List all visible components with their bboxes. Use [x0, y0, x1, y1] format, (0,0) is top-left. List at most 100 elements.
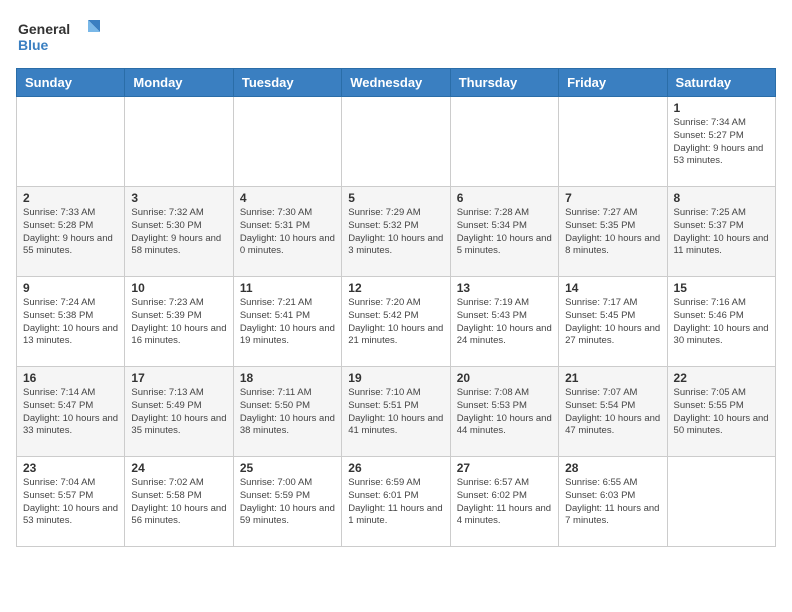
day-cell: 21Sunrise: 7:07 AM Sunset: 5:54 PM Dayli…: [559, 367, 667, 457]
svg-text:General: General: [18, 21, 70, 37]
day-cell: 16 Sunrise: 7:14 AM Sunset: 5:47 PM Dayli…: [17, 367, 125, 457]
calendar-table: SundayMondayTuesdayWednesdayThursdayFrid…: [16, 68, 776, 547]
day-info: Sunrise: 7:23 AM Sunset: 5:39 PM Dayligh…: [131, 297, 226, 348]
day-cell: 1 Sunrise: 7:34 AM Sunset: 5:27 PM Daylig…: [667, 97, 775, 187]
day-info: Sunrise: 7:28 AM Sunset: 5:34 PM Dayligh…: [457, 207, 552, 258]
day-number: 26: [348, 461, 443, 475]
day-cell: [17, 97, 125, 187]
day-cell: 17 Sunrise: 7:13 AM Sunset: 5:49 PM Dayli…: [125, 367, 233, 457]
day-number: 5: [348, 191, 443, 205]
day-info: Sunrise: 7:08 AM Sunset: 5:53 PM Dayligh…: [457, 387, 552, 438]
day-number: 27: [457, 461, 552, 475]
day-number: 11: [240, 281, 335, 295]
day-cell: 6 Sunrise: 7:28 AM Sunset: 5:34 PM Daylig…: [450, 187, 558, 277]
day-number: 25: [240, 461, 335, 475]
day-number: 8: [674, 191, 769, 205]
day-cell: 4 Sunrise: 7:30 AM Sunset: 5:31 PM Daylig…: [233, 187, 341, 277]
day-cell: 19 Sunrise: 7:10 AM Sunset: 5:51 PM Dayli…: [342, 367, 450, 457]
day-info: Sunrise: 7:00 AM Sunset: 5:59 PM Dayligh…: [240, 477, 335, 528]
day-number: 21: [565, 371, 660, 385]
header-friday: Friday: [559, 69, 667, 97]
day-number: 23: [23, 461, 118, 475]
day-info: Sunrise: 7:13 AM Sunset: 5:49 PM Dayligh…: [131, 387, 226, 438]
day-info: Sunrise: 7:14 AM Sunset: 5:47 PM Dayligh…: [23, 387, 118, 438]
day-info: Sunrise: 6:55 AM Sunset: 6:03 PM Dayligh…: [565, 477, 660, 528]
day-cell: 5 Sunrise: 7:29 AM Sunset: 5:32 PM Daylig…: [342, 187, 450, 277]
day-info: Sunrise: 7:34 AM Sunset: 5:27 PM Dayligh…: [674, 117, 769, 168]
day-info: Sunrise: 7:27 AM Sunset: 5:35 PM Dayligh…: [565, 207, 660, 258]
day-cell: 15 Sunrise: 7:16 AM Sunset: 5:46 PM Dayli…: [667, 277, 775, 367]
header-saturday: Saturday: [667, 69, 775, 97]
day-number: 16: [23, 371, 118, 385]
day-cell: 24 Sunrise: 7:02 AM Sunset: 5:58 PM Dayli…: [125, 457, 233, 547]
day-info: Sunrise: 7:25 AM Sunset: 5:37 PM Dayligh…: [674, 207, 769, 258]
day-number: 24: [131, 461, 226, 475]
day-info: Sunrise: 6:57 AM Sunset: 6:02 PM Dayligh…: [457, 477, 552, 528]
day-number: 1: [674, 101, 769, 115]
day-info: Sunrise: 7:33 AM Sunset: 5:28 PM Dayligh…: [23, 207, 118, 258]
day-number: 13: [457, 281, 552, 295]
header: GeneralBlue: [16, 16, 776, 56]
header-row: SundayMondayTuesdayWednesdayThursdayFrid…: [17, 69, 776, 97]
day-info: Sunrise: 7:11 AM Sunset: 5:50 PM Dayligh…: [240, 387, 335, 438]
day-info: Sunrise: 7:19 AM Sunset: 5:43 PM Dayligh…: [457, 297, 552, 348]
day-number: 19: [348, 371, 443, 385]
week-row-2: 9 Sunrise: 7:24 AM Sunset: 5:38 PM Daylig…: [17, 277, 776, 367]
day-cell: [667, 457, 775, 547]
day-number: 10: [131, 281, 226, 295]
day-cell: 23 Sunrise: 7:04 AM Sunset: 5:57 PM Dayli…: [17, 457, 125, 547]
day-info: Sunrise: 7:30 AM Sunset: 5:31 PM Dayligh…: [240, 207, 335, 258]
day-info: Sunrise: 7:16 AM Sunset: 5:46 PM Dayligh…: [674, 297, 769, 348]
svg-text:Blue: Blue: [18, 37, 49, 53]
day-cell: 25 Sunrise: 7:00 AM Sunset: 5:59 PM Dayli…: [233, 457, 341, 547]
day-number: 2: [23, 191, 118, 205]
day-number: 12: [348, 281, 443, 295]
day-info: Sunrise: 7:02 AM Sunset: 5:58 PM Dayligh…: [131, 477, 226, 528]
day-number: 4: [240, 191, 335, 205]
day-number: 15: [674, 281, 769, 295]
header-tuesday: Tuesday: [233, 69, 341, 97]
logo-svg: GeneralBlue: [16, 16, 106, 56]
day-number: 14: [565, 281, 660, 295]
day-cell: 26 Sunrise: 6:59 AM Sunset: 6:01 PM Dayli…: [342, 457, 450, 547]
day-cell: 20 Sunrise: 7:08 AM Sunset: 5:53 PM Dayli…: [450, 367, 558, 457]
day-info: Sunrise: 7:24 AM Sunset: 5:38 PM Dayligh…: [23, 297, 118, 348]
header-monday: Monday: [125, 69, 233, 97]
day-cell: 27 Sunrise: 6:57 AM Sunset: 6:02 PM Dayli…: [450, 457, 558, 547]
day-cell: 3 Sunrise: 7:32 AM Sunset: 5:30 PM Daylig…: [125, 187, 233, 277]
header-wednesday: Wednesday: [342, 69, 450, 97]
week-row-0: 1 Sunrise: 7:34 AM Sunset: 5:27 PM Daylig…: [17, 97, 776, 187]
day-number: 6: [457, 191, 552, 205]
week-row-3: 16 Sunrise: 7:14 AM Sunset: 5:47 PM Dayli…: [17, 367, 776, 457]
day-cell: 8 Sunrise: 7:25 AM Sunset: 5:37 PM Daylig…: [667, 187, 775, 277]
day-cell: 13 Sunrise: 7:19 AM Sunset: 5:43 PM Dayli…: [450, 277, 558, 367]
day-info: Sunrise: 7:05 AM Sunset: 5:55 PM Dayligh…: [674, 387, 769, 438]
day-cell: 7 Sunrise: 7:27 AM Sunset: 5:35 PM Daylig…: [559, 187, 667, 277]
day-info: Sunrise: 7:10 AM Sunset: 5:51 PM Dayligh…: [348, 387, 443, 438]
day-number: 3: [131, 191, 226, 205]
day-cell: [342, 97, 450, 187]
day-info: Sunrise: 7:21 AM Sunset: 5:41 PM Dayligh…: [240, 297, 335, 348]
day-cell: [233, 97, 341, 187]
header-thursday: Thursday: [450, 69, 558, 97]
day-number: 18: [240, 371, 335, 385]
day-number: 20: [457, 371, 552, 385]
header-sunday: Sunday: [17, 69, 125, 97]
day-info: Sunrise: 6:59 AM Sunset: 6:01 PM Dayligh…: [348, 477, 443, 528]
day-info: Sunrise: 7:32 AM Sunset: 5:30 PM Dayligh…: [131, 207, 226, 258]
day-cell: 2 Sunrise: 7:33 AM Sunset: 5:28 PM Daylig…: [17, 187, 125, 277]
day-cell: [125, 97, 233, 187]
day-number: 9: [23, 281, 118, 295]
week-row-4: 23 Sunrise: 7:04 AM Sunset: 5:57 PM Dayli…: [17, 457, 776, 547]
day-number: 17: [131, 371, 226, 385]
day-number: 28: [565, 461, 660, 475]
day-cell: 11 Sunrise: 7:21 AM Sunset: 5:41 PM Dayli…: [233, 277, 341, 367]
day-number: 7: [565, 191, 660, 205]
day-cell: [559, 97, 667, 187]
day-cell: 9 Sunrise: 7:24 AM Sunset: 5:38 PM Daylig…: [17, 277, 125, 367]
day-info: Sunrise: 7:29 AM Sunset: 5:32 PM Dayligh…: [348, 207, 443, 258]
week-row-1: 2 Sunrise: 7:33 AM Sunset: 5:28 PM Daylig…: [17, 187, 776, 277]
day-number: 22: [674, 371, 769, 385]
day-cell: 18 Sunrise: 7:11 AM Sunset: 5:50 PM Dayli…: [233, 367, 341, 457]
day-info: Sunrise: 7:04 AM Sunset: 5:57 PM Dayligh…: [23, 477, 118, 528]
